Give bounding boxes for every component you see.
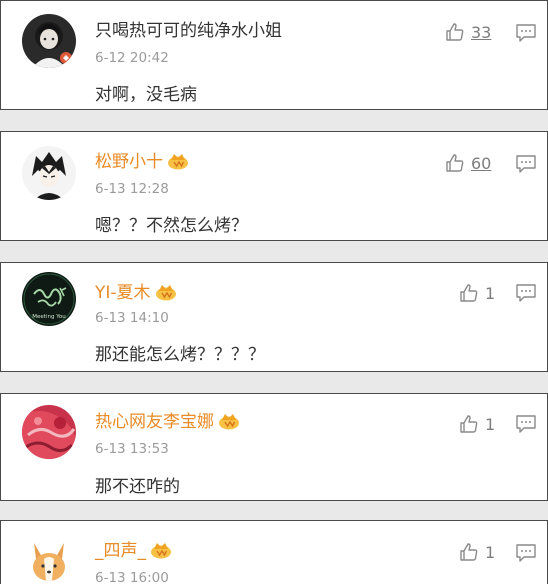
thumbs-up-icon	[460, 284, 478, 302]
comment-text: 嗯？？不然怎么烤？	[95, 216, 248, 236]
username-text: YI-夏木	[95, 283, 151, 303]
user-avatar[interactable]	[22, 535, 76, 584]
like-count: 1	[485, 542, 496, 562]
username-text: 松野小十	[95, 152, 163, 172]
avatar-caption: Meeting You	[32, 314, 65, 320]
thumbs-up-icon	[446, 23, 464, 41]
comment-bubble-icon	[516, 155, 536, 173]
thumbs-up-icon	[460, 415, 478, 433]
comment-text: 那不还咋的	[95, 477, 180, 497]
username[interactable]: 热心网友李宝娜	[95, 411, 240, 433]
reply-button[interactable]	[515, 414, 537, 434]
like-button[interactable]: 1	[459, 282, 495, 304]
user-avatar[interactable]	[22, 146, 76, 200]
comment-bubble-icon	[516, 284, 536, 302]
thumbs-up-icon	[460, 543, 478, 561]
thumbs-up-icon	[446, 154, 464, 172]
timestamp: 6-13 14:10	[95, 310, 169, 326]
comment-text: 那还能怎么烤？？？？	[95, 345, 265, 365]
like-button[interactable]: 1	[459, 413, 495, 435]
username-text: 热心网友李宝娜	[95, 412, 214, 432]
user-avatar[interactable]	[22, 405, 76, 459]
anime-boy-avatar-icon	[22, 146, 76, 200]
vip-crown-badge-icon	[150, 541, 172, 559]
comment-card: Meeting You YI-夏木 6-13 14:10 那还能怎么烤？？？？ …	[0, 262, 548, 372]
like-button[interactable]: 33	[445, 21, 491, 43]
reply-button[interactable]	[515, 543, 537, 563]
like-count: 1	[485, 414, 496, 434]
comment-bubble-icon	[516, 544, 536, 562]
comment-card: 只喝热可可的纯净水小姐 6-12 20:42 对啊，没毛病 33	[0, 0, 548, 110]
like-count: 60	[471, 153, 492, 173]
vip-crown-badge-icon	[167, 152, 189, 170]
timestamp: 6-13 12:28	[95, 181, 169, 197]
timestamp: 6-12 20:42	[95, 50, 169, 66]
comment-bubble-icon	[516, 415, 536, 433]
username[interactable]: YI-夏木	[95, 282, 177, 304]
vip-crown-badge-icon	[218, 412, 240, 430]
comment-card: 松野小十 6-13 12:28 嗯？？不然怎么烤？ 60	[0, 131, 548, 241]
reply-button[interactable]	[515, 23, 537, 43]
like-count: 1	[485, 283, 496, 303]
user-avatar[interactable]: Meeting You	[22, 272, 76, 326]
username-text: _四声_	[95, 541, 146, 561]
user-avatar[interactable]	[22, 14, 76, 68]
reply-button[interactable]	[515, 283, 537, 303]
reply-button[interactable]	[515, 154, 537, 174]
comment-bubble-icon	[516, 24, 536, 42]
like-button[interactable]: 1	[459, 541, 495, 563]
comment-feed: 只喝热可可的纯净水小姐 6-12 20:42 对啊，没毛病 33 松野小十 6-…	[0, 0, 548, 584]
corgi-avatar-icon	[22, 535, 76, 584]
comment-card: 热心网友李宝娜 6-13 13:53 那不还咋的 1	[0, 393, 548, 501]
vip-crown-badge-icon	[155, 283, 177, 301]
timestamp: 6-13 13:53	[95, 441, 169, 457]
red-abstract-avatar-icon	[22, 405, 76, 459]
like-count: 33	[471, 22, 492, 42]
girl-dark-avatar-icon	[22, 14, 76, 68]
like-button[interactable]: 60	[445, 152, 491, 174]
green-calligraphy-avatar-icon: Meeting You	[22, 272, 76, 326]
username[interactable]: 只喝热可可的纯净水小姐	[95, 20, 282, 42]
comment-card: _四声_ 6-13 16:00 1	[0, 520, 548, 584]
username[interactable]: 松野小十	[95, 151, 189, 173]
username[interactable]: _四声_	[95, 540, 172, 562]
timestamp: 6-13 16:00	[95, 570, 169, 584]
comment-text: 对啊，没毛病	[95, 85, 197, 105]
